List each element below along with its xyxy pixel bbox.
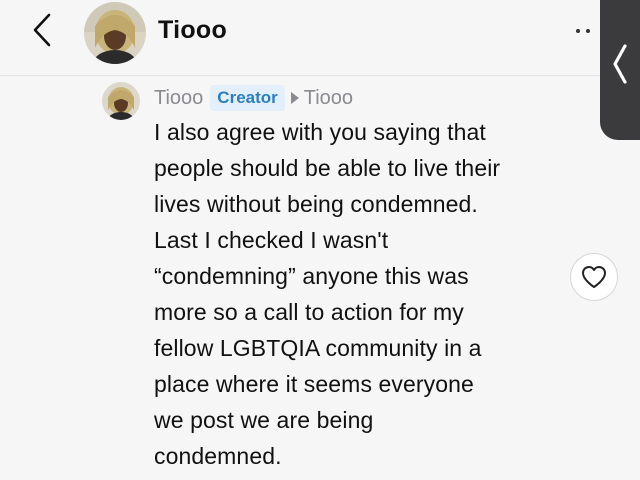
more-dots-icon: [586, 29, 590, 33]
page-title: Tiooo: [158, 16, 228, 44]
heart-icon: [582, 266, 606, 288]
comment-author-name[interactable]: Tiooo: [154, 87, 203, 110]
side-panel-tab[interactable]: [600, 0, 640, 140]
chevron-left-icon: [613, 44, 627, 84]
comment-author-avatar[interactable]: [102, 82, 140, 120]
comment-body: I also agree with you saying that people…: [154, 119, 501, 469]
reply-arrow-icon: [290, 92, 299, 104]
top-bar: Tiooo: [0, 0, 640, 140]
comment-meta: Tiooo Creator Tiooo: [154, 84, 353, 112]
like-button[interactable]: [570, 253, 618, 301]
chevron-left-icon: [33, 13, 51, 47]
comment-screen: Tiooo Tiooo Creator Tiooo I also agree w…: [0, 0, 640, 480]
avatar[interactable]: [84, 2, 146, 64]
more-options-button[interactable]: [576, 26, 600, 36]
back-button[interactable]: [22, 8, 62, 52]
creator-badge: Creator: [210, 85, 285, 111]
more-dots-icon: [576, 29, 580, 33]
reply-to-name[interactable]: Tiooo: [304, 87, 353, 110]
